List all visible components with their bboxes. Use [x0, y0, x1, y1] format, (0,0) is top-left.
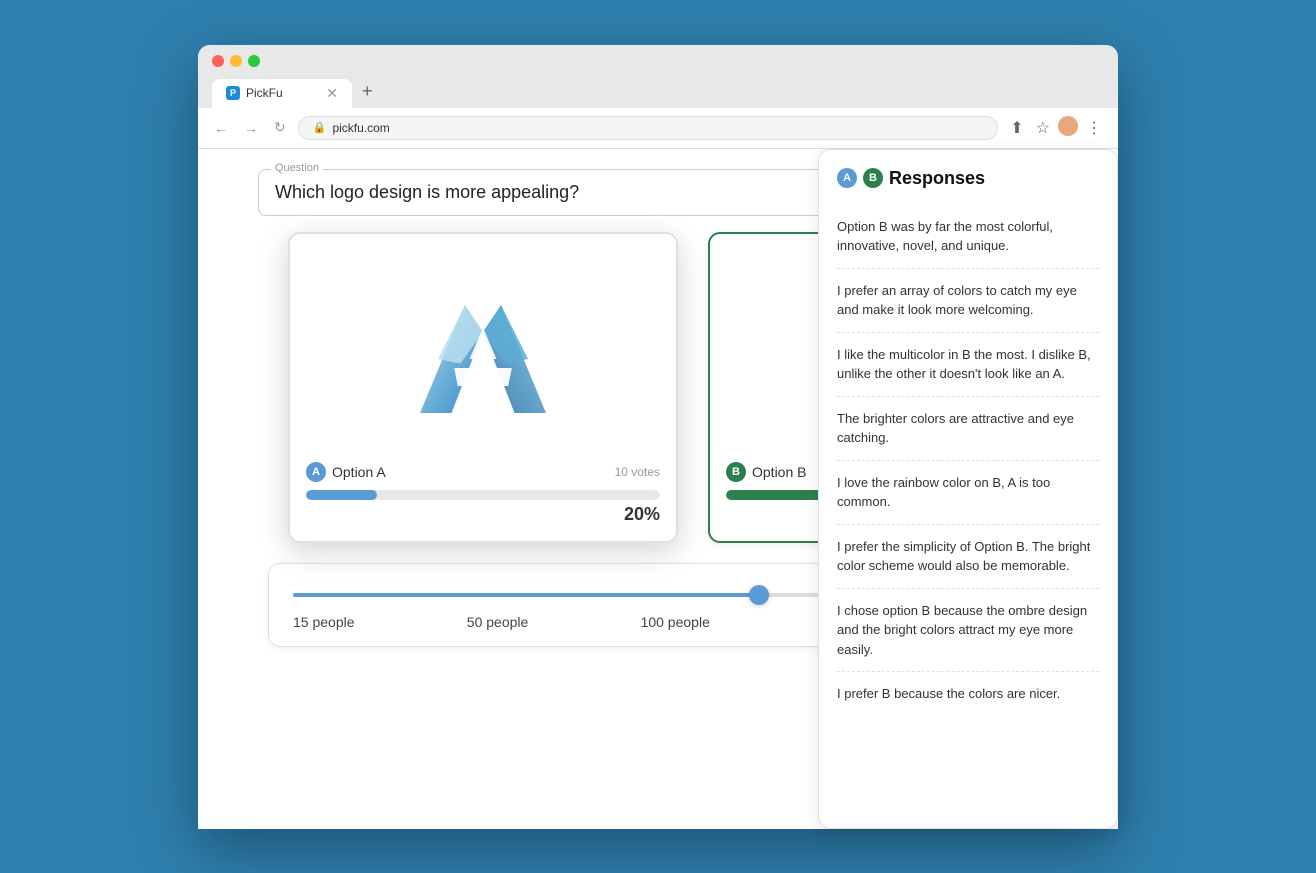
browser-titlebar: P PickFu ✕ + [198, 45, 1118, 108]
nav-actions: ⬆ ☆ ⋮ [1006, 116, 1106, 140]
responses-title: Responses [889, 168, 985, 189]
minimize-window-button[interactable] [230, 55, 242, 67]
responses-badge-a: A [837, 168, 857, 188]
browser-tab[interactable]: P PickFu ✕ [212, 79, 352, 108]
menu-icon[interactable]: ⋮ [1082, 116, 1106, 140]
responses-header: A B Responses [837, 168, 1099, 189]
option-b-badge: B [726, 462, 746, 482]
tab-close-button[interactable]: ✕ [326, 85, 338, 102]
option-a-badge: A [306, 462, 326, 482]
tab-title: PickFu [246, 86, 283, 100]
url-text: pickfu.com [332, 121, 389, 135]
share-icon[interactable]: ⬆ [1006, 116, 1027, 140]
maximize-window-button[interactable] [248, 55, 260, 67]
option-a-logo [306, 250, 660, 450]
logo-a-image [393, 260, 573, 440]
response-item-0: Option B was by far the most colorful, i… [837, 205, 1099, 269]
slider-label-15: 15 people [293, 614, 355, 630]
response-item-4: I love the rainbow color on B, A is too … [837, 461, 1099, 525]
option-b-label: B Option B [726, 462, 806, 482]
tab-favicon: P [226, 86, 240, 100]
lock-icon: 🔒 [313, 121, 327, 134]
slider-label-100: 100 people [641, 614, 710, 630]
option-a-progress-bg [306, 490, 660, 500]
response-item-2: I like the multicolor in B the most. I d… [837, 333, 1099, 397]
option-a-votes: 10 votes [615, 465, 660, 479]
browser-content: Question [198, 149, 1118, 829]
responses-badge-b: B [863, 168, 883, 188]
new-tab-button[interactable]: + [352, 75, 383, 108]
response-item-3: The brighter colors are attractive and e… [837, 397, 1099, 461]
browser-window: P PickFu ✕ + ← → ↻ 🔒 pickfu.com ⬆ ☆ ⋮ [198, 45, 1118, 829]
browser-controls [212, 55, 1104, 67]
reload-button[interactable]: ↻ [270, 117, 290, 138]
responses-panel: A B Responses Option B was by far the mo… [818, 149, 1118, 829]
response-item-5: I prefer the simplicity of Option B. The… [837, 525, 1099, 589]
option-a-footer: A Option A 10 votes [306, 462, 660, 482]
back-button[interactable]: ← [210, 118, 232, 138]
question-label: Question [271, 162, 323, 174]
response-item-7: I prefer B because the colors are nicer. [837, 672, 1099, 716]
option-a-label: A Option A [306, 462, 386, 482]
option-a-percent: 20% [306, 504, 660, 525]
browser-tabs-row: P PickFu ✕ + [212, 75, 1104, 108]
profile-avatar[interactable] [1058, 116, 1078, 136]
slider-label-50: 50 people [467, 614, 529, 630]
option-a-progress-fill [306, 490, 377, 500]
option-a-card: A Option A 10 votes 20% [288, 232, 678, 543]
response-item-6: I chose option B because the ombre desig… [837, 589, 1099, 673]
bookmark-icon[interactable]: ☆ [1032, 116, 1054, 140]
browser-nav: ← → ↻ 🔒 pickfu.com ⬆ ☆ ⋮ [198, 108, 1118, 149]
response-item-1: I prefer an array of colors to catch my … [837, 269, 1099, 333]
close-window-button[interactable] [212, 55, 224, 67]
address-bar[interactable]: 🔒 pickfu.com [298, 116, 999, 140]
forward-button[interactable]: → [240, 118, 262, 138]
